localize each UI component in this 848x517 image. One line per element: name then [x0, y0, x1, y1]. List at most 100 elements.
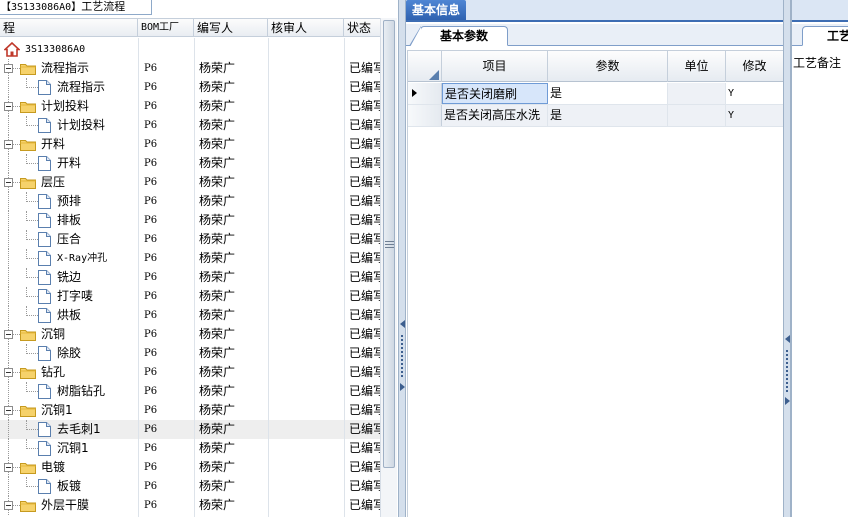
tree-leaf-row[interactable]: 打字唛 P6 杨荣广 已编写 [0, 287, 380, 306]
tree-node: 流程指示 [57, 78, 105, 97]
tree-leaf-row[interactable]: 板镀 P6 杨荣广 已编写 [0, 477, 380, 496]
tab-basic-params[interactable]: 基本参数 [409, 26, 508, 47]
column-header-reviewer[interactable]: 核审人 [268, 19, 344, 37]
tree-leaf-row[interactable]: 树脂钻孔 P6 杨荣广 已编写 [0, 382, 380, 401]
grid-cell-modify[interactable]: Y [726, 83, 783, 104]
collapse-toggle-icon[interactable] [4, 102, 13, 111]
expand-right-arrow-icon[interactable] [785, 397, 790, 405]
row-header[interactable] [408, 83, 442, 104]
tree-node-label: 外层干膜 [41, 498, 90, 512]
document-tab-label: 工艺流程 [81, 0, 126, 13]
tree-folder-row[interactable]: 层压 P6 杨荣广 已编写 [0, 173, 380, 192]
grid-cell-param[interactable]: 是 [548, 83, 668, 104]
row-header[interactable] [408, 105, 442, 126]
scrollbar-thumb[interactable] [383, 20, 395, 468]
grid-header-param[interactable]: 参数 [548, 51, 668, 82]
grid-cell-unit[interactable] [668, 105, 726, 126]
bom-factory-cell: P6 [144, 329, 158, 340]
status-cell: 已编写 [349, 289, 380, 303]
tree-folder-row[interactable]: 计划投料 P6 杨荣广 已编写 [0, 97, 380, 116]
tree-leaf-row[interactable]: 铣边 P6 杨荣广 已编写 [0, 268, 380, 287]
tree-leaf-row[interactable]: 去毛刺1 P6 杨荣广 已编写 [0, 420, 380, 439]
status-cell: 已编写 [349, 213, 380, 227]
collapse-toggle-icon[interactable] [4, 406, 13, 415]
column-header-author[interactable]: 编写人 [194, 19, 268, 37]
tree-node-label: 流程指示 [57, 80, 106, 94]
tree-folder-row[interactable]: 钻孔 P6 杨荣广 已编写 [0, 363, 380, 382]
tree-node: 流程指示 [41, 59, 89, 78]
collapse-left-arrow-icon[interactable] [400, 320, 405, 328]
tree-folder-row[interactable]: 流程指示 P6 杨荣广 已编写 [0, 59, 380, 78]
status-cell: 已编写 [349, 403, 380, 417]
status-cell: 已编写 [349, 270, 380, 284]
tab-basic-info[interactable]: 基本信息 [406, 0, 467, 20]
grid-cell-item[interactable]: 是否关闭磨刷 [442, 83, 548, 104]
document-icon [38, 384, 51, 399]
tree-leaf-row[interactable]: 沉铜1 P6 杨荣广 已编写 [0, 439, 380, 458]
tree-leaf-row[interactable]: 烘板 P6 杨荣广 已编写 [0, 306, 380, 325]
status-cell: 已编写 [349, 137, 380, 151]
params-grid-row[interactable]: 是否关闭高压水洗 是 Y [408, 105, 783, 127]
column-header-process[interactable]: 程 [0, 19, 138, 37]
folder-open-icon [20, 176, 36, 189]
tree-node-label: 除胶 [57, 346, 82, 360]
expand-right-arrow-icon[interactable] [400, 383, 405, 391]
tree-connector [13, 467, 20, 468]
grid-cell-unit[interactable] [668, 83, 726, 104]
grid-cell-modify[interactable]: Y [726, 105, 783, 126]
grid-header-modify[interactable]: 修改 [726, 51, 783, 82]
tree-leaf-row[interactable]: X-Ray冲孔 P6 杨荣广 已编写 [0, 249, 380, 268]
grid-header-item[interactable]: 项目 [442, 51, 548, 82]
status-cell: 已编写 [349, 346, 380, 360]
status-cell: 已编写 [349, 365, 380, 379]
tree-folder-row[interactable]: 外层干膜 P6 杨荣广 已编写 [0, 496, 380, 515]
grid-cell-param[interactable]: 是 [548, 105, 668, 126]
tree-connector [26, 315, 38, 316]
grid-header-unit[interactable]: 单位 [668, 51, 726, 82]
collapse-toggle-icon[interactable] [4, 64, 13, 73]
tree-connector [8, 78, 9, 97]
tree-node: 压合 [57, 230, 81, 249]
grid-cell-item[interactable]: 是否关闭高压水洗 [442, 105, 548, 126]
status-cell: 已编写 [349, 80, 380, 94]
document-icon [38, 479, 51, 494]
collapse-toggle-icon[interactable] [4, 501, 13, 510]
tree-root-row[interactable]: 3S133086A0 [0, 40, 380, 59]
tree-leaf-row[interactable]: 流程指示 P6 杨荣广 已编写 [0, 78, 380, 97]
tree-folder-row[interactable]: 开料 P6 杨荣广 已编写 [0, 135, 380, 154]
collapse-toggle-icon[interactable] [4, 368, 13, 377]
right-splitter[interactable] [783, 0, 791, 517]
tree-leaf-row[interactable]: 压合 P6 杨荣广 已编写 [0, 230, 380, 249]
process-remark-label: 工艺备注 [793, 56, 842, 70]
splitter-grip-icon [786, 350, 788, 394]
author-cell: 杨荣广 [199, 403, 236, 417]
left-splitter[interactable] [398, 0, 406, 517]
tree-leaf-row[interactable]: 计划投料 P6 杨荣广 已编写 [0, 116, 380, 135]
collapse-toggle-icon[interactable] [4, 330, 13, 339]
grid-corner-select-all[interactable] [408, 51, 442, 82]
column-header-status[interactable]: 状态 [344, 19, 380, 37]
tree-leaf-row[interactable]: 开料 P6 杨荣广 已编写 [0, 154, 380, 173]
tab-process[interactable]: 工艺 [802, 26, 848, 46]
tree-node-label: 沉铜1 [41, 403, 73, 417]
tree-vertical-scrollbar[interactable] [380, 18, 397, 517]
params-grid-row[interactable]: 是否关闭磨刷 是 Y [408, 83, 783, 105]
collapse-toggle-icon[interactable] [4, 140, 13, 149]
tree-folder-row[interactable]: 沉铜 P6 杨荣广 已编写 [0, 325, 380, 344]
current-row-arrow-icon [412, 89, 417, 97]
tree-connector [8, 192, 9, 211]
collapse-left-arrow-icon[interactable] [785, 335, 790, 343]
collapse-toggle-icon[interactable] [4, 178, 13, 187]
tree-leaf-row[interactable]: 排板 P6 杨荣广 已编写 [0, 211, 380, 230]
tree-folder-row[interactable]: 电镀 P6 杨荣广 已编写 [0, 458, 380, 477]
collapse-toggle-icon[interactable] [4, 463, 13, 472]
tree-folder-row[interactable]: 沉铜1 P6 杨荣广 已编写 [0, 401, 380, 420]
column-header-bom-factory[interactable]: BOM工厂 [138, 19, 194, 37]
document-title-tab[interactable]: 【3S133086A0】工艺流程 [0, 0, 152, 15]
tree-leaf-row[interactable]: 除胶 P6 杨荣广 已编写 [0, 344, 380, 363]
tree-node-label: 板镀 [57, 479, 82, 493]
tree-leaf-row[interactable]: 预排 P6 杨荣广 已编写 [0, 192, 380, 211]
author-cell: 杨荣广 [199, 441, 236, 455]
status-cell: 已编写 [349, 384, 380, 398]
tree-connector [13, 144, 20, 145]
